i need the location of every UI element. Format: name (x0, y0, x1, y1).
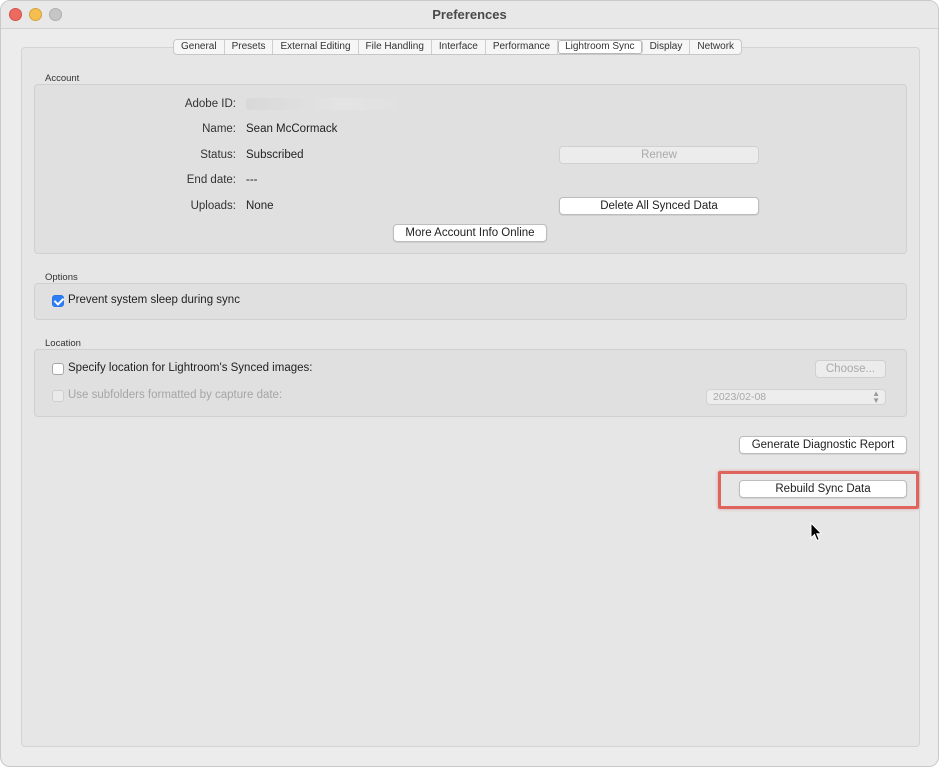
updown-arrows-icon: ▲ ▼ (872, 389, 880, 405)
window-title: Preferences (432, 7, 507, 22)
account-section-label: Account (45, 73, 80, 84)
use-subfolders-checkbox[interactable] (52, 390, 64, 402)
end-date-label: End date: (186, 174, 236, 186)
status-label: Status: (200, 149, 236, 161)
location-group (34, 349, 907, 417)
renew-button[interactable]: Renew (559, 146, 759, 164)
prevent-sleep-checkbox[interactable] (52, 295, 64, 307)
name-label: Name: (202, 123, 236, 135)
preferences-window: Preferences General Presets External Edi… (0, 0, 939, 767)
specify-location-checkbox[interactable] (52, 363, 64, 375)
status-value: Subscribed (246, 149, 304, 161)
use-subfolders-label[interactable]: Use subfolders formatted by capture date… (68, 389, 282, 401)
preferences-tab-bar: General Presets External Editing File Ha… (173, 39, 743, 55)
adobe-id-value (246, 98, 406, 110)
more-account-info-button[interactable]: More Account Info Online (393, 224, 547, 242)
tab-lightroom-sync[interactable]: Lightroom Sync (558, 40, 643, 54)
location-section-label: Location (45, 338, 81, 349)
name-value: Sean McCormack (246, 123, 338, 135)
tab-general[interactable]: General (174, 40, 225, 54)
tab-network[interactable]: Network (690, 40, 741, 54)
tab-presets[interactable]: Presets (225, 40, 274, 54)
choose-location-button[interactable]: Choose... (815, 360, 886, 378)
tab-external-editing[interactable]: External Editing (273, 40, 359, 54)
options-section-label: Options (45, 272, 78, 283)
mouse-pointer-icon (810, 522, 823, 542)
rebuild-highlight-box (718, 471, 919, 509)
tab-performance[interactable]: Performance (486, 40, 559, 54)
delete-all-synced-data-button[interactable]: Delete All Synced Data (559, 197, 759, 215)
uploads-label: Uploads: (190, 200, 236, 212)
date-format-select[interactable]: 2023/02-08 ▲ ▼ (706, 389, 886, 405)
uploads-value: None (246, 200, 274, 212)
tab-file-handling[interactable]: File Handling (359, 40, 432, 54)
generate-diagnostic-report-button[interactable]: Generate Diagnostic Report (739, 436, 907, 454)
adobe-id-label: Adobe ID: (184, 98, 236, 110)
title-bar: Preferences (1, 1, 938, 29)
tab-interface[interactable]: Interface (432, 40, 486, 54)
end-date-value: --- (246, 174, 258, 186)
date-format-value: 2023/02-08 (713, 391, 767, 403)
prevent-sleep-label[interactable]: Prevent system sleep during sync (68, 294, 240, 306)
tab-display[interactable]: Display (643, 40, 691, 54)
specify-location-label[interactable]: Specify location for Lightroom's Synced … (68, 362, 312, 374)
